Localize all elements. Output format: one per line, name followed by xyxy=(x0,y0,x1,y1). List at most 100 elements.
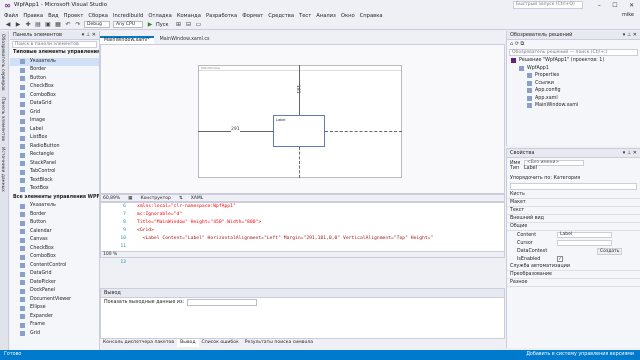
menu-debug[interactable]: Отладка xyxy=(148,13,172,19)
undo-icon[interactable]: ↶ xyxy=(64,21,72,28)
new-datacontext-button[interactable]: Создать xyxy=(597,247,623,255)
config-dropdown[interactable]: Debug xyxy=(84,21,110,28)
tab-error-list[interactable]: Список ошибок xyxy=(199,339,242,347)
arrange-by[interactable]: Упорядочить по: Категория xyxy=(507,174,640,182)
grid-toggle-icon[interactable]: ▦ xyxy=(128,196,132,201)
code-line[interactable]: mc:Ignorable="d" xyxy=(137,211,502,219)
toolbox-item[interactable]: Image xyxy=(10,117,99,126)
menu-project[interactable]: Проект xyxy=(64,13,84,19)
toolbox-item[interactable]: Ellipse xyxy=(10,304,99,313)
toolbox-item[interactable]: ListBox xyxy=(10,134,99,143)
code-line[interactable]: <Label Content="Label" HorizontalAlignme… xyxy=(137,235,502,243)
editor-zoom[interactable]: 100 % xyxy=(100,251,505,258)
isenabled-checkbox[interactable]: ✓ xyxy=(557,256,563,262)
user-name[interactable]: mike xyxy=(622,12,634,18)
solution-tree-item[interactable]: App.config xyxy=(507,87,640,95)
toolbox-item[interactable]: ContentControl xyxy=(10,262,99,271)
solution-tree-item[interactable]: Properties xyxy=(507,72,640,80)
tab-design[interactable]: Конструктор xyxy=(140,196,170,201)
toolbox-item[interactable]: Frame xyxy=(10,321,99,330)
start-icon[interactable]: ▶ xyxy=(146,21,154,28)
property-search-input[interactable] xyxy=(510,183,637,190)
toolbox-item[interactable]: Calendar xyxy=(10,228,99,237)
toolbox-item[interactable]: Expander xyxy=(10,313,99,322)
solution-tree-item[interactable]: MainWindow.xaml xyxy=(507,102,640,110)
toolbox-item[interactable]: Border xyxy=(10,66,99,75)
toolbox-item[interactable]: StackPanel xyxy=(10,160,99,169)
toolbar-icon-c[interactable]: ▭ xyxy=(195,21,203,28)
label-control-selected[interactable]: Label xyxy=(273,115,325,147)
toolbox-item[interactable]: TextBox xyxy=(10,185,99,194)
menu-incredibuild[interactable]: Incredibuild xyxy=(113,13,143,19)
category-automation[interactable]: Служба автоматизации xyxy=(507,263,640,271)
toolbox-item[interactable]: TabControl xyxy=(10,168,99,177)
menu-tools[interactable]: Средства xyxy=(268,13,294,19)
source-control-button[interactable]: Добавить в систему управления версиями xyxy=(526,350,634,360)
toolbox-item[interactable]: CheckBox xyxy=(10,83,99,92)
home-icon[interactable]: ⌂ ⟳ ⧉ xyxy=(510,41,524,47)
toolbox-item[interactable]: Canvas xyxy=(10,236,99,245)
side-tab-server-explorer[interactable]: Обозреватель серверов xyxy=(0,31,5,94)
open-icon[interactable]: ▤ xyxy=(34,21,42,28)
tab-xaml[interactable]: XAML xyxy=(191,196,204,201)
menu-design[interactable]: Разработка xyxy=(206,13,237,19)
properties-menu-icon[interactable]: ▾ ⊥ ✕ xyxy=(623,149,637,158)
swap-icon[interactable]: ⇅ xyxy=(179,196,183,201)
toolbox-search-input[interactable]: Поиск в панели элементов xyxy=(12,41,97,48)
category-common[interactable]: Общие xyxy=(507,223,640,231)
toolbox-item[interactable]: DataGrid xyxy=(10,100,99,109)
toolbox-item[interactable]: ComboBox xyxy=(10,92,99,101)
menu-team[interactable]: Команда xyxy=(177,13,201,19)
save-icon[interactable]: ▣ xyxy=(44,21,52,28)
menu-file[interactable]: Файл xyxy=(4,13,18,19)
toolbox-item[interactable]: RadioButton xyxy=(10,143,99,152)
start-button[interactable]: Пуск xyxy=(156,22,169,28)
panel-menu-icon[interactable]: ▾ ⊥ ✕ xyxy=(623,31,637,40)
toolbox-item[interactable]: Указатель xyxy=(10,202,99,211)
menu-test[interactable]: Тест xyxy=(299,13,311,19)
toolbox-item[interactable]: Rectangle xyxy=(10,151,99,160)
platform-dropdown[interactable]: Any CPU xyxy=(113,21,143,28)
menu-format[interactable]: Формат xyxy=(242,13,263,19)
menu-window[interactable]: Окно xyxy=(341,13,355,19)
solution-tree-item[interactable]: Решение "WpfApp1" (проектов: 1) xyxy=(507,57,640,65)
toolbox-item[interactable]: Label xyxy=(10,126,99,135)
menu-analyze[interactable]: Анализ xyxy=(316,13,336,19)
back-icon[interactable]: ◀ xyxy=(4,21,12,28)
tab-find-symbol[interactable]: Результаты поиска символа xyxy=(242,339,316,347)
quick-launch-input[interactable]: Быстрый запуск (Ctrl+Q) xyxy=(513,1,583,9)
toolbox-item[interactable]: Border xyxy=(10,211,99,220)
toolbox-group-all[interactable]: Все элементы управления WPF xyxy=(10,194,99,203)
toolbox-item[interactable]: DatePicker xyxy=(10,279,99,288)
toolbar-icon-b[interactable]: ⊟ xyxy=(185,21,193,28)
new-project-icon[interactable]: ✚ xyxy=(24,21,32,28)
code-line[interactable]: xmlns:local="clr-namespace:WpfApp1" xyxy=(137,203,502,211)
toolbox-item[interactable]: DocumentViewer xyxy=(10,296,99,305)
category-misc[interactable]: Разное xyxy=(507,279,640,287)
forward-icon[interactable]: ▶ xyxy=(14,21,22,28)
xaml-editor[interactable]: 678910111213 xmlns:local="clr-namespace:… xyxy=(100,202,505,265)
side-tab-toolbox[interactable]: Панель элементов xyxy=(0,94,5,144)
zoom-level[interactable]: 60,89% xyxy=(103,196,120,201)
category-brush[interactable]: Кисть xyxy=(507,191,640,199)
minimize-icon[interactable]: – xyxy=(598,2,601,9)
redo-icon[interactable]: ↷ xyxy=(74,21,82,28)
close-icon[interactable]: ✕ xyxy=(629,2,634,9)
solution-tree-item[interactable]: App.xaml xyxy=(507,95,640,103)
maximize-icon[interactable]: ☐ xyxy=(612,2,617,9)
pin-icon[interactable]: ▾ ⊥ ✕ xyxy=(82,31,96,40)
solution-tree-item[interactable]: WpfApp1 xyxy=(507,65,640,73)
tab-mainwindow-xaml-cs[interactable]: MainWindow.xaml.cs xyxy=(156,36,214,44)
toolbar-icon-a[interactable]: ⊞ xyxy=(175,21,183,28)
category-layout[interactable]: Макет xyxy=(507,199,640,207)
toolbox-item[interactable]: Указатель xyxy=(10,57,99,66)
side-tab-data-sources[interactable]: Источники данных xyxy=(0,144,5,195)
toolbox-item[interactable]: Button xyxy=(10,75,99,84)
toolbox-item[interactable]: CheckBox xyxy=(10,245,99,254)
category-appearance[interactable]: Внешний вид xyxy=(507,215,640,223)
toolbox-item[interactable]: Button xyxy=(10,219,99,228)
tab-output[interactable]: Вывод xyxy=(177,339,199,347)
prop-cursor-value[interactable] xyxy=(557,240,612,246)
tab-mainwindow-xaml[interactable]: MainWindow.xaml* xyxy=(100,36,154,44)
menu-build[interactable]: Сборка xyxy=(88,13,108,19)
